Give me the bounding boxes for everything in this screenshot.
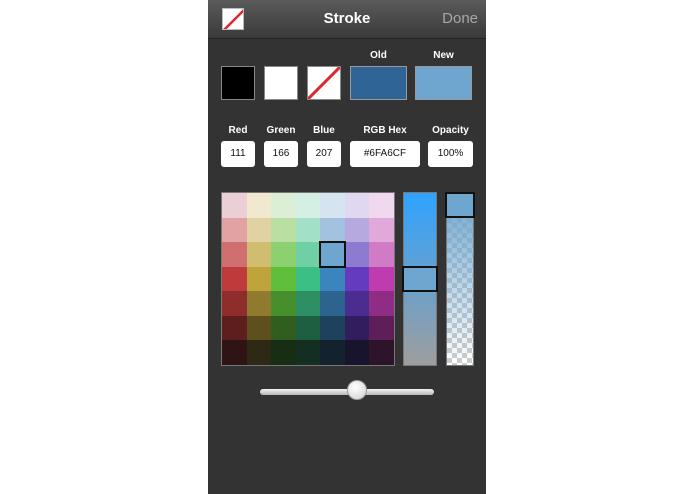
old-label: Old bbox=[370, 50, 387, 61]
palette-cell[interactable] bbox=[320, 291, 346, 317]
palette-cell[interactable] bbox=[246, 291, 272, 317]
palette-cell[interactable] bbox=[295, 242, 321, 268]
palette-cell[interactable] bbox=[320, 315, 346, 341]
palette-cell[interactable] bbox=[369, 242, 394, 268]
no-color-icon bbox=[308, 67, 340, 99]
blue-label: Blue bbox=[313, 125, 335, 136]
palette-cell[interactable] bbox=[271, 315, 297, 341]
palette-cell[interactable] bbox=[222, 217, 247, 243]
palette-cell[interactable] bbox=[344, 266, 370, 292]
palette-cell[interactable] bbox=[222, 242, 247, 268]
palette-cell[interactable] bbox=[271, 217, 297, 243]
palette-cell[interactable] bbox=[246, 266, 272, 292]
palette-cell[interactable] bbox=[246, 217, 272, 243]
palette-cell[interactable] bbox=[295, 315, 321, 341]
palette-cell[interactable] bbox=[271, 340, 297, 365]
palette-cell[interactable] bbox=[369, 217, 394, 243]
opacity-bar[interactable] bbox=[446, 192, 474, 366]
swatch-white[interactable] bbox=[264, 66, 298, 100]
red-field[interactable]: 111 bbox=[221, 141, 255, 167]
green-label: Green bbox=[266, 125, 296, 136]
green-field[interactable]: 166 bbox=[264, 141, 298, 167]
opacity-label: Opacity bbox=[432, 125, 469, 136]
opacity-field[interactable]: 100% bbox=[428, 141, 473, 167]
red-label: Red bbox=[228, 125, 248, 136]
palette-cell[interactable] bbox=[295, 266, 321, 292]
swatch-none[interactable] bbox=[307, 66, 341, 100]
palette-cell[interactable] bbox=[295, 217, 321, 243]
palette-cell[interactable] bbox=[295, 340, 321, 365]
opacity-handle[interactable] bbox=[445, 192, 475, 218]
palette-cell[interactable] bbox=[222, 266, 247, 292]
palette-cell[interactable] bbox=[222, 315, 247, 341]
done-button[interactable]: Done bbox=[442, 10, 478, 27]
palette-cell[interactable] bbox=[369, 291, 394, 317]
palette-cell[interactable] bbox=[222, 291, 247, 317]
palette-cell[interactable] bbox=[271, 266, 297, 292]
palette-cell[interactable] bbox=[320, 340, 346, 365]
palette-cell[interactable] bbox=[271, 291, 297, 317]
palette-cell[interactable] bbox=[222, 193, 247, 218]
palette-cell[interactable] bbox=[320, 193, 346, 218]
palette-cell[interactable] bbox=[271, 193, 297, 218]
zoom-slider-thumb[interactable] bbox=[347, 380, 368, 400]
palette-cell[interactable] bbox=[344, 242, 370, 268]
palette-cell[interactable] bbox=[246, 242, 272, 268]
hex-field[interactable]: #6FA6CF bbox=[350, 141, 420, 167]
old-color-swatch[interactable] bbox=[350, 66, 407, 100]
palette-cell[interactable] bbox=[344, 217, 370, 243]
color-palette-grid[interactable] bbox=[221, 192, 395, 366]
brightness-handle[interactable] bbox=[402, 266, 438, 292]
palette-cell[interactable] bbox=[369, 266, 394, 292]
palette-cell[interactable] bbox=[246, 340, 272, 365]
new-label: New bbox=[433, 50, 454, 61]
palette-cell[interactable] bbox=[320, 266, 346, 292]
navigation-bar: Stroke Done bbox=[208, 0, 486, 39]
palette-cell[interactable] bbox=[295, 193, 321, 218]
palette-selected-cell bbox=[319, 241, 346, 268]
palette-cell[interactable] bbox=[344, 193, 370, 218]
palette-cell[interactable] bbox=[344, 340, 370, 365]
palette-cell[interactable] bbox=[369, 340, 394, 365]
palette-cell[interactable] bbox=[369, 315, 394, 341]
palette-cell[interactable] bbox=[295, 291, 321, 317]
palette-cell[interactable] bbox=[369, 193, 394, 218]
palette-cell[interactable] bbox=[344, 315, 370, 341]
hex-label: RGB Hex bbox=[363, 125, 407, 136]
stroke-color-picker: Stroke Done Old New Red Green Blue RGB H… bbox=[208, 0, 486, 494]
palette-cell[interactable] bbox=[271, 242, 297, 268]
palette-cell[interactable] bbox=[246, 315, 272, 341]
palette-cell[interactable] bbox=[344, 291, 370, 317]
new-color-swatch bbox=[415, 66, 472, 100]
palette-cell[interactable] bbox=[246, 193, 272, 218]
palette-cell[interactable] bbox=[320, 217, 346, 243]
swatch-black[interactable] bbox=[221, 66, 255, 100]
palette-cell[interactable] bbox=[222, 340, 247, 365]
blue-field[interactable]: 207 bbox=[307, 141, 341, 167]
